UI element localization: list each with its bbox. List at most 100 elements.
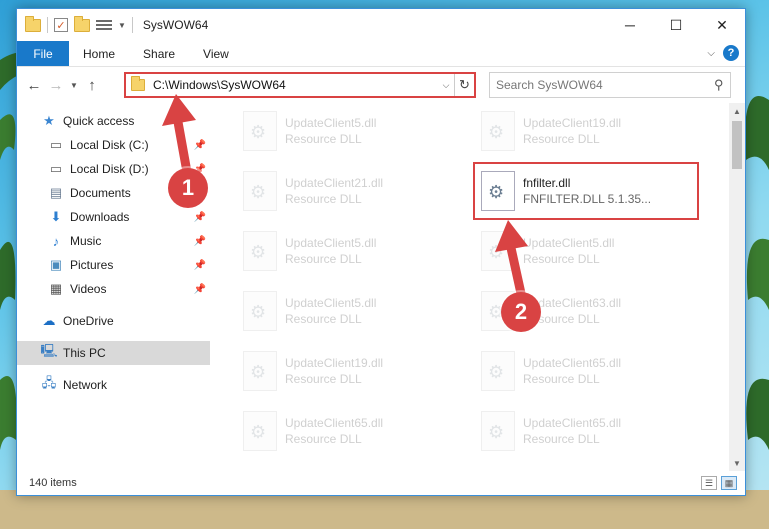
window-title: SysWOW64 <box>142 18 209 32</box>
pin-icon[interactable]: 📌 <box>194 212 206 223</box>
dll-file-icon <box>481 231 515 271</box>
tab-view[interactable]: View <box>189 41 243 66</box>
sidebar-item-pictures[interactable]: ▣ Pictures 📌 <box>17 253 210 277</box>
file-name: UpdateClient65.dll <box>285 416 384 430</box>
scroll-down-icon[interactable]: ▼ <box>729 455 745 471</box>
help-icon[interactable]: ? <box>723 45 739 61</box>
properties-check-icon[interactable]: ✓ <box>54 18 68 32</box>
main-content: ★ Quick access ▭ Local Disk (C:) 📌 ▭ Loc… <box>17 103 745 471</box>
sidebar-item-label: Downloads <box>70 210 130 224</box>
sidebar-item-label: This PC <box>63 346 106 360</box>
sidebar-item-music[interactable]: ♪ Music 📌 <box>17 229 210 253</box>
pin-icon[interactable]: 📌 <box>194 284 206 295</box>
tab-file[interactable]: File <box>17 41 69 66</box>
sidebar-item-network[interactable]: 🖧 Network <box>17 373 210 397</box>
recent-locations-icon[interactable]: ▼ <box>67 81 81 90</box>
minimize-button[interactable]: ─ <box>607 9 653 41</box>
file-item[interactable]: UpdateClient65.dll Resource DLL <box>475 405 700 457</box>
file-name: UpdateClient19.dll <box>285 356 384 370</box>
drive-icon: ▭ <box>49 137 63 152</box>
tab-share[interactable]: Share <box>129 41 189 66</box>
file-item-fnfilter[interactable]: fnfilter.dll FNFILTER.DLL 5.1.35... <box>473 162 699 220</box>
address-path[interactable]: C:\Windows\SysWOW64 <box>153 78 438 92</box>
computer-icon: 🖳 <box>40 343 58 358</box>
sidebar-item-label: Music <box>70 234 102 248</box>
pin-icon[interactable]: 📌 <box>194 140 206 151</box>
sidebar-item-downloads[interactable]: ⬇ Downloads 📌 <box>17 205 210 229</box>
file-name: UpdateClient19.dll <box>523 116 622 130</box>
maximize-button[interactable]: ☐ <box>653 9 699 41</box>
sidebar-item-label: OneDrive <box>63 314 114 328</box>
status-bar: 140 items ☰ ▦ <box>17 471 745 495</box>
file-name: UpdateClient5.dll <box>285 116 377 130</box>
sidebar-item-label: Documents <box>70 186 131 200</box>
sidebar-item-quick-access[interactable]: ★ Quick access <box>17 109 210 133</box>
forward-arrow-icon[interactable]: → <box>45 77 67 94</box>
file-name: UpdateClient21.dll <box>285 176 384 190</box>
large-icons-view-icon[interactable]: ▦ <box>721 476 737 490</box>
navigation-pane: ★ Quick access ▭ Local Disk (C:) 📌 ▭ Loc… <box>17 103 210 471</box>
file-item[interactable]: UpdateClient65.dll Resource DLL <box>237 405 462 457</box>
sidebar-item-label: Network <box>63 378 108 392</box>
dll-file-icon <box>243 411 277 451</box>
file-description: Resource DLL <box>285 252 362 266</box>
address-bar[interactable]: C:\Windows\SysWOW64 ⌵ ↻ <box>124 72 476 98</box>
dll-file-icon <box>481 351 515 391</box>
dll-file-icon <box>243 291 277 331</box>
network-icon: 🖧 <box>41 375 57 390</box>
star-icon: ★ <box>43 113 55 128</box>
customize-toolbar-icon[interactable] <box>96 18 112 32</box>
file-description: Resource DLL <box>285 192 362 206</box>
file-item[interactable]: UpdateClient5.dll Resource DLL <box>475 225 700 277</box>
scroll-up-icon[interactable]: ▲ <box>729 103 745 119</box>
close-button[interactable]: ✕ <box>699 9 745 41</box>
title-bar: ✓ ▼ SysWOW64 ─ ☐ ✕ <box>17 9 745 41</box>
sidebar-item-label: Videos <box>70 282 107 296</box>
dll-file-icon <box>243 351 277 391</box>
file-description: Resource DLL <box>523 252 600 266</box>
file-description: FNFILTER.DLL 5.1.35... <box>523 192 652 206</box>
file-item[interactable]: UpdateClient19.dll Resource DLL <box>475 105 700 157</box>
file-description: Resource DLL <box>523 432 600 446</box>
file-name: UpdateClient5.dll <box>285 236 377 250</box>
new-folder-icon[interactable] <box>74 15 90 32</box>
file-description: Resource DLL <box>285 312 362 326</box>
refresh-icon[interactable]: ↻ <box>454 74 474 96</box>
file-item[interactable]: UpdateClient5.dll Resource DLL <box>237 105 462 157</box>
caption-buttons: ─ ☐ ✕ <box>607 9 745 41</box>
documents-icon: ▤ <box>49 185 63 200</box>
dll-file-icon <box>243 111 277 151</box>
pin-icon[interactable]: 📌 <box>194 260 206 271</box>
file-item[interactable]: UpdateClient21.dll Resource DLL <box>237 165 462 217</box>
file-item[interactable]: UpdateClient5.dll Resource DLL <box>237 285 462 337</box>
details-view-icon[interactable]: ☰ <box>701 476 717 490</box>
expand-ribbon-icon[interactable]: ⌵ <box>707 48 715 59</box>
sidebar-item-this-pc[interactable]: 🖳 This PC <box>17 341 210 365</box>
toolbar-separator <box>47 17 48 33</box>
toolbar-dropdown-icon[interactable]: ▼ <box>118 21 126 30</box>
vertical-scrollbar[interactable]: ▲ ▼ <box>729 103 745 471</box>
pictures-icon: ▣ <box>49 257 63 272</box>
drive-icon: ▭ <box>49 161 63 176</box>
file-item[interactable]: UpdateClient65.dll Resource DLL <box>475 345 700 397</box>
sidebar-item-label: Local Disk (C:) <box>70 138 149 152</box>
scroll-thumb[interactable] <box>732 121 742 169</box>
back-arrow-icon[interactable]: ← <box>23 77 45 94</box>
address-row: ← → ▼ ↑ C:\Windows\SysWOW64 ⌵ ↻ ⚲ <box>17 67 745 103</box>
search-input[interactable] <box>496 78 715 92</box>
sidebar-item-videos[interactable]: ▦ Videos 📌 <box>17 277 210 301</box>
view-buttons: ☰ ▦ <box>701 476 737 490</box>
file-description: Resource DLL <box>285 132 362 146</box>
pin-icon[interactable]: 📌 <box>194 236 206 247</box>
sidebar-item-local-disk-c[interactable]: ▭ Local Disk (C:) 📌 <box>17 133 210 157</box>
file-item[interactable]: UpdateClient5.dll Resource DLL <box>237 225 462 277</box>
dll-file-icon <box>481 111 515 151</box>
up-arrow-icon[interactable]: ↑ <box>81 77 103 94</box>
music-icon: ♪ <box>52 233 60 249</box>
sidebar-item-onedrive[interactable]: ☁ OneDrive <box>17 309 210 333</box>
tab-home[interactable]: Home <box>69 41 129 66</box>
chevron-down-icon[interactable]: ⌵ <box>438 80 454 91</box>
search-icon[interactable]: ⚲ <box>714 77 724 93</box>
file-item[interactable]: UpdateClient19.dll Resource DLL <box>237 345 462 397</box>
search-box[interactable]: ⚲ <box>489 72 731 98</box>
